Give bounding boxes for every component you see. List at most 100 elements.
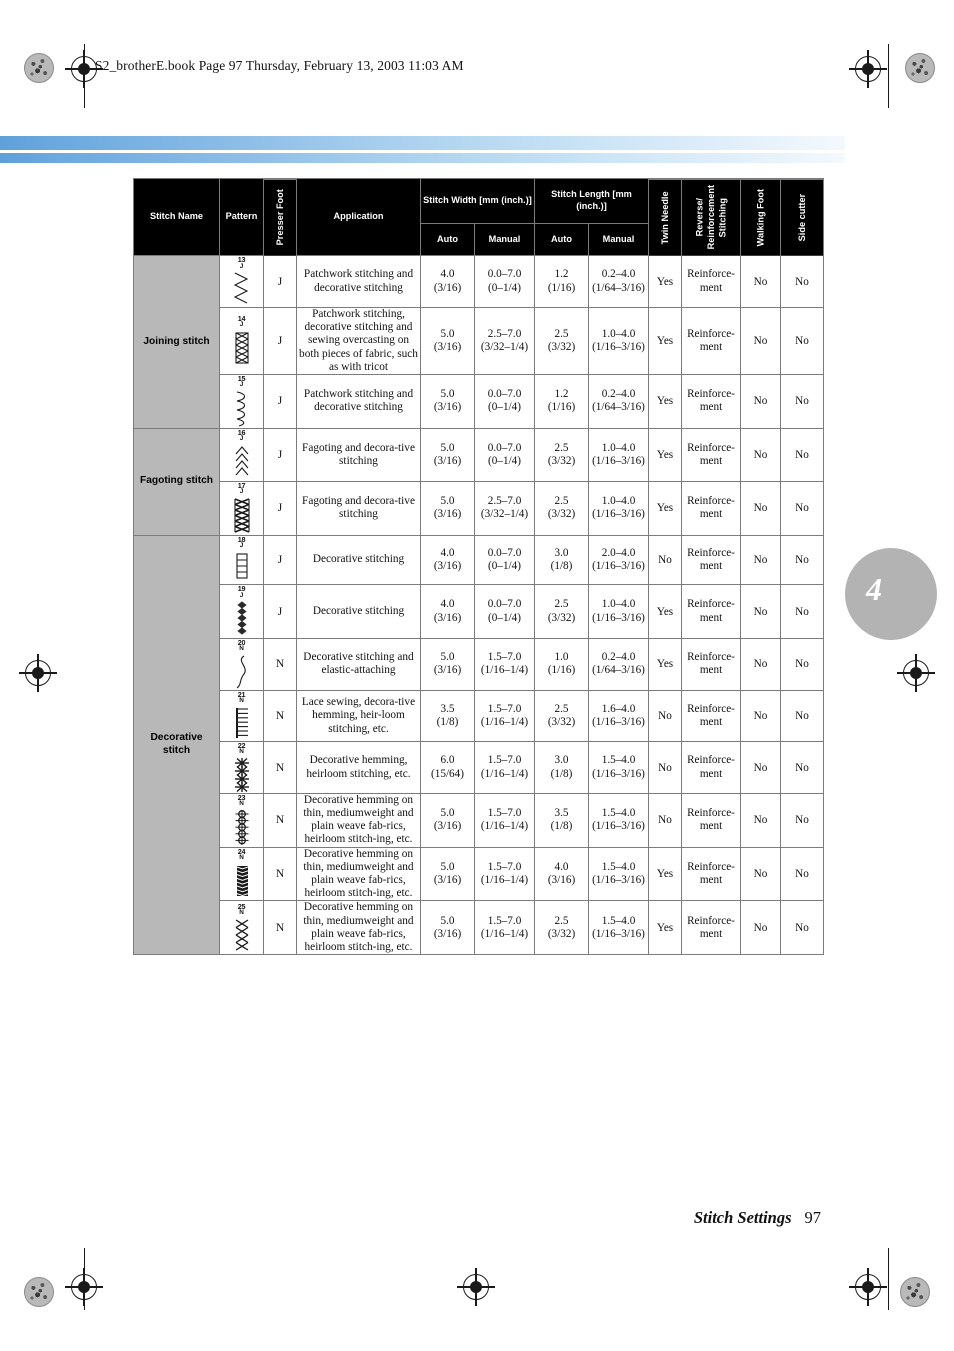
stitch-pattern-foot-mark: J [239, 488, 244, 496]
twin-needle-value: Yes [648, 900, 682, 956]
table-row: 17 J J Fagoting and decora-tive stitching 5.… [134, 481, 824, 536]
reverse-reinforcement-value: Reinforce-ment [681, 255, 741, 308]
stitch-length-manual-value: 1.5–4.0 (1/16–3/16) [588, 900, 649, 956]
reverse-reinforcement-value: Reinforce-ment [681, 373, 741, 429]
twin-needle-value: Yes [648, 255, 682, 308]
stitch-width-auto-value: 5.0 (3/16) [420, 900, 475, 956]
application-text: Decorative hemming, heirloom stitching, … [296, 741, 421, 794]
stitch-width-auto-value: 5.0 (3/16) [420, 846, 475, 902]
stitch-width-manual-value: 1.5–7.0 (1/16–1/4) [474, 741, 535, 794]
stitch-width-auto-value: 5.0 (3/16) [420, 306, 475, 375]
table-row: 20 N N Decorative stitching and elastic-att… [134, 638, 824, 691]
stitch-length-auto-value: 3.0 (1/8) [534, 534, 589, 586]
th-length-manual: Manual [588, 222, 649, 257]
twin-needle-value: No [648, 741, 682, 794]
application-text: Decorative stitching [296, 584, 421, 639]
th-stitch-name: Stitch Name [133, 177, 220, 257]
header-accent-bar-bottom [0, 153, 845, 163]
th-walking-foot: Walking Foot [740, 178, 781, 256]
stitch-length-manual-value: 0.2–4.0 (1/64–3/16) [588, 373, 649, 429]
print-color-patch-bottom-left [24, 1277, 54, 1307]
chapter-badge: 4 [845, 548, 937, 640]
reverse-reinforcement-value: Reinforce-ment [681, 638, 741, 691]
stitch-width-auto-value: 5.0 (3/16) [420, 792, 475, 848]
presser-foot-value: J [263, 427, 297, 483]
th-reverse-line3: Stitching [716, 197, 727, 237]
stitch-pattern-cell: 22 N [219, 741, 264, 794]
presser-foot-value: N [263, 792, 297, 848]
stitch-length-manual-value: 1.6–4.0 (1/16–3/16) [588, 689, 649, 743]
stitch-pattern-icon: 19 J [220, 585, 263, 638]
walking-foot-value: No [740, 846, 781, 902]
presser-foot-value: N [263, 689, 297, 743]
presser-foot-value: N [263, 638, 297, 691]
stitch-pattern-cell: 13 J [219, 255, 264, 308]
twin-needle-value: Yes [648, 638, 682, 691]
walking-foot-value: No [740, 534, 781, 586]
th-stitch-length: Stitch Length [mm (inch.)] [534, 178, 649, 224]
stitch-width-manual-value: 2.5–7.0 (3/32–1/4) [474, 306, 535, 375]
th-stitch-width: Stitch Width [mm (inch.)] [420, 178, 535, 224]
table-row: 25 N N Decorative hemming on thin, mediumwe… [134, 900, 824, 956]
stitch-width-manual-value: 1.5–7.0 (1/16–1/4) [474, 689, 535, 743]
stitch-pattern-foot-mark: N [239, 696, 244, 704]
stitch-pattern-foot-mark: N [239, 908, 244, 916]
walking-foot-value: No [740, 900, 781, 956]
header-row-1: Stitch Name Pattern Presser Foot Applica… [133, 177, 824, 257]
stitch-length-manual-value: 1.0–4.0 (1/16–3/16) [588, 481, 649, 536]
presser-foot-value: J [263, 481, 297, 536]
stitch-length-auto-value: 1.2 (1/16) [534, 255, 589, 308]
reverse-reinforcement-value: Reinforce-ment [681, 792, 741, 848]
reverse-reinforcement-value: Reinforce-ment [681, 306, 741, 375]
application-text: Lace sewing, decora-tive hemming, heir-l… [296, 689, 421, 743]
table-row: Joining stitch 13 J J Patchwork stitching an… [133, 255, 824, 429]
print-color-patch-top-right [905, 53, 935, 83]
application-text: Decorative stitching [296, 534, 421, 586]
th-reverse-line1: Reverse/ [693, 198, 704, 237]
stitch-width-manual-value: 1.5–7.0 (1/16–1/4) [474, 900, 535, 956]
side-cutter-value: No [780, 741, 824, 794]
stitch-width-auto-value: 4.0 (3/16) [420, 255, 475, 308]
header-accent-bar-top [0, 136, 845, 150]
th-twin-needle: Twin Needle [648, 178, 682, 256]
application-text: Patchwork stitching and decorative stitc… [296, 255, 421, 308]
reverse-reinforcement-value: Reinforce-ment [681, 534, 741, 586]
stitch-pattern-icon: 15 J [220, 375, 263, 428]
registration-mark-bottom-right [849, 1268, 887, 1306]
reverse-reinforcement-value: Reinforce-ment [681, 741, 741, 794]
table-row: 24 N N Decorative hemming on thin, mediumwe… [134, 846, 824, 902]
stitch-length-manual-value: 1.0–4.0 (1/16–3/16) [588, 584, 649, 639]
side-cutter-value: No [780, 481, 824, 536]
stitch-length-auto-value: 2.5 (3/32) [534, 481, 589, 536]
presser-foot-value: J [263, 306, 297, 375]
table-row: Decorative stitch 18 J J Decorative stitching… [133, 534, 824, 956]
table-row: 21 N N Lace sewing, decora-tive hemming, he… [134, 689, 824, 743]
stitch-pattern-foot-mark: J [239, 434, 244, 442]
reverse-reinforcement-value: Reinforce-ment [681, 846, 741, 902]
stitch-length-manual-value: 1.5–4.0 (1/16–3/16) [588, 846, 649, 902]
th-width-manual: Manual [474, 222, 535, 257]
page-header-text: S2_brotherE.book Page 97 Thursday, Febru… [95, 58, 464, 73]
stitch-pattern-cell: 14 J [219, 306, 264, 375]
application-text: Decorative hemming on thin, mediumweight… [296, 900, 421, 956]
application-text: Patchwork stitching, decorative stitchin… [296, 306, 421, 375]
stitch-width-manual-value: 0.0–7.0 (0–1/4) [474, 427, 535, 483]
stitch-pattern-cell: 20 N [219, 638, 264, 691]
presser-foot-value: N [263, 900, 297, 956]
stitch-width-auto-value: 4.0 (3/16) [420, 584, 475, 639]
stitch-width-manual-value: 0.0–7.0 (0–1/4) [474, 534, 535, 586]
stitch-pattern-foot-mark: J [239, 541, 244, 549]
stitch-length-manual-value: 1.0–4.0 (1/16–3/16) [588, 306, 649, 375]
table-row: Fagoting stitch 16 J J Fagoting and decora-t… [133, 427, 824, 536]
th-pattern: Pattern [219, 177, 264, 257]
th-presser-foot: Presser Foot [263, 178, 297, 256]
crop-line-right-vertical [888, 44, 890, 108]
walking-foot-value: No [740, 584, 781, 639]
table-row: 15 J J Patchwork stitching and decorative s… [134, 373, 824, 429]
stitch-width-manual-value: 1.5–7.0 (1/16–1/4) [474, 792, 535, 848]
stitch-pattern-icon: 18 J [220, 536, 263, 585]
th-stitch-width-units: [mm (inch.)] [479, 195, 532, 206]
stitch-group-label: Decorative stitch [133, 534, 220, 956]
registration-mark-mid-left [19, 654, 57, 692]
walking-foot-value: No [740, 689, 781, 743]
